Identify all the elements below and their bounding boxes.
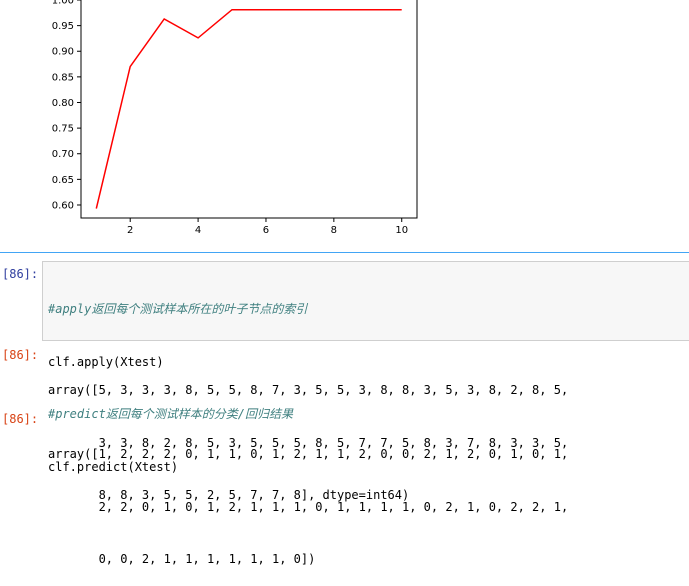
x-tick-label: 4: [195, 225, 201, 236]
y-tick-label: 0.85: [52, 72, 74, 83]
y-tick-label: 1.00: [52, 0, 74, 7]
y-tick-label: 0.70: [52, 149, 74, 160]
x-tick-label: 2: [127, 225, 133, 236]
x-tick-label: 8: [331, 225, 337, 236]
cell-divider: [0, 252, 689, 253]
output-line: array([5, 3, 3, 3, 8, 5, 5, 8, 7, 3, 5, …: [48, 382, 568, 400]
y-tick-label: 0.75: [52, 124, 74, 135]
code-line-comment-apply: #apply返回每个测试样本所在的叶子节点的索引: [48, 301, 307, 319]
y-tick-label: 0.60: [52, 200, 74, 211]
line-chart: 2 4 6 8 10 1.00 0.95 0.90 0.85 0.80 0.75 0.70 0.65 0.…: [0, 0, 689, 250]
axis-ticks: 2 4 6 8 10 1.00 0.95 0.90 0.85 0.80 0.75 0.70 0.65 0.…: [52, 0, 408, 236]
output-line: 2, 2, 0, 1, 0, 1, 2, 1, 1, 1, 0, 1, 1, 1…: [48, 499, 568, 517]
y-tick-label: 0.80: [52, 98, 74, 109]
axes-frame: [81, 0, 417, 218]
x-tick-label: 6: [263, 225, 269, 236]
x-tick-label: 10: [395, 225, 408, 236]
output-prompt-1: [86]:: [2, 347, 38, 364]
y-tick-label: 0.65: [52, 175, 74, 186]
output-area-2: array([1, 2, 2, 2, 0, 1, 1, 0, 1, 2, 1, …: [48, 411, 568, 586]
input-prompt: [86]:: [2, 266, 38, 283]
y-tick-label: 0.90: [52, 47, 74, 58]
series-line: [96, 10, 401, 209]
output-prompt-2: [86]:: [2, 411, 38, 428]
output-line: array([1, 2, 2, 2, 0, 1, 1, 0, 1, 2, 1, …: [48, 446, 568, 464]
chart-series: [96, 10, 402, 209]
plot-frame: [81, 0, 417, 218]
y-tick-label: 0.95: [52, 21, 74, 32]
output-line: 0, 0, 2, 1, 1, 1, 1, 1, 1, 0]): [48, 551, 568, 569]
